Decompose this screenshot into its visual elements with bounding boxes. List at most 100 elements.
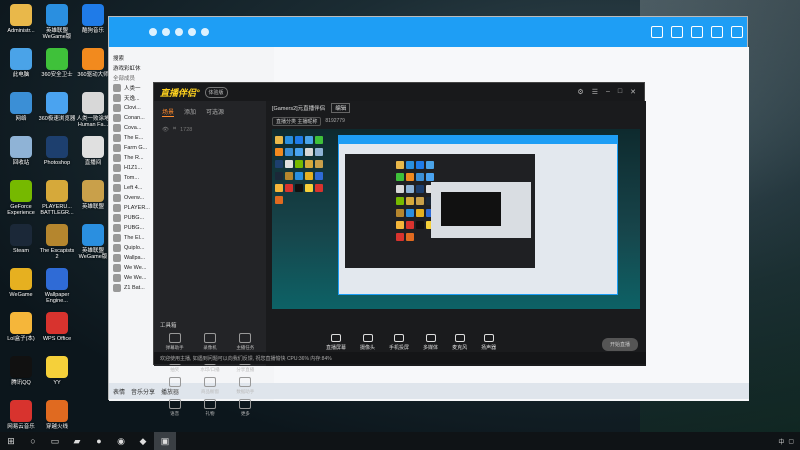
tool-button[interactable]: 礼物: [193, 399, 226, 417]
app-icon: [10, 4, 32, 26]
control-label: 多媒体: [423, 345, 439, 351]
control-icon: [483, 334, 494, 342]
source-control[interactable]: 多媒体: [423, 334, 438, 351]
avatar: [113, 214, 121, 222]
desktop-icon[interactable]: GeForce Experience: [2, 178, 40, 222]
desktop-icon[interactable]: 360极速浏览器: [38, 90, 76, 134]
tool-button[interactable]: 更多: [229, 399, 262, 417]
desktop-icon[interactable]: 360驱动大师: [74, 46, 112, 90]
desktop-icon[interactable]: 360安全卫士: [38, 46, 76, 90]
tool-button[interactable]: 语音: [158, 399, 191, 417]
tab-add[interactable]: 添加: [184, 107, 196, 117]
tool-button[interactable]: 弹幕助手: [158, 333, 191, 351]
desktop-icon[interactable]: 酷狗音乐: [74, 2, 112, 46]
stream-preview[interactable]: [272, 129, 640, 309]
search-input[interactable]: 搜索: [109, 53, 274, 63]
desktop-icon[interactable]: 人类一败涂地 Human Fa...: [74, 90, 112, 134]
phone-icon[interactable]: [162, 28, 170, 36]
desktop-icon[interactable]: Steam: [2, 222, 40, 266]
user-icon[interactable]: [149, 28, 157, 36]
member-name: We We...: [124, 265, 147, 271]
mini-icon: [396, 197, 404, 205]
search-icon[interactable]: [201, 28, 209, 36]
source-control[interactable]: 手机投屏: [389, 334, 409, 351]
source-control[interactable]: 麦克风: [452, 334, 467, 351]
source-control[interactable]: 摄像头: [360, 334, 375, 351]
desktop-icon[interactable]: 网络: [2, 90, 40, 134]
desktop-icon[interactable]: YY: [38, 354, 76, 398]
mini-icon: [315, 136, 323, 144]
desktop-icon[interactable]: The Escapists 2: [38, 222, 76, 266]
card-icon[interactable]: [671, 26, 683, 38]
member-name: The R...: [124, 155, 144, 161]
bottom-item-0[interactable]: 表情: [113, 387, 125, 396]
desktop-icon[interactable]: 英雄联盟 WeGame版: [38, 2, 76, 46]
go-live-button[interactable]: 开始直播: [601, 338, 638, 351]
settings-icon[interactable]: ⚙: [577, 88, 583, 96]
game-icon[interactable]: [691, 26, 703, 38]
tool-label: 主播任务: [236, 345, 255, 350]
app-icon-2[interactable]: ◆: [132, 432, 154, 450]
desktop-icon[interactable]: 英雄联盟 WeGame版: [74, 222, 112, 266]
mini-icon: [305, 160, 313, 168]
menu-icon[interactable]: ☰: [592, 88, 598, 96]
search-icon[interactable]: ○: [22, 432, 44, 450]
source-control[interactable]: 扬声器: [481, 334, 496, 351]
video-icon[interactable]: [175, 28, 183, 36]
stream-category[interactable]: 直播分类 主播昵称: [272, 116, 322, 126]
grid-icon[interactable]: [711, 26, 723, 38]
tab-scenes[interactable]: 场景: [162, 107, 175, 117]
maximize-icon[interactable]: □: [618, 88, 622, 96]
member-name: 天逸...: [124, 96, 140, 102]
folder-icon[interactable]: ▰: [66, 432, 88, 450]
source-row[interactable]: 👁 ⌗ 1728: [154, 123, 266, 136]
bottom-item-1[interactable]: 音乐分享: [131, 387, 155, 396]
desktop-icon[interactable]: Wallpaper Engine...: [38, 266, 76, 310]
desktop-icon[interactable]: WPS Office: [38, 310, 76, 354]
app-icon[interactable]: ◉: [110, 432, 132, 450]
desktop-icon[interactable]: WeGame: [2, 266, 40, 310]
member-name: The E...: [124, 135, 144, 141]
desktop-icon-label: 英雄联盟: [81, 204, 104, 210]
live-streaming-app[interactable]: 直播伴侣° 体验版 ⚙ ☰ – □ ✕ 场景 添加 可选源 👁 ⌗ 1728 工具箱…: [153, 82, 646, 416]
start-button[interactable]: ⊞: [0, 432, 22, 450]
tool-button[interactable]: 数据助手: [229, 377, 262, 395]
edit-button[interactable]: 编辑: [331, 103, 351, 113]
avatar: [113, 104, 121, 112]
nested-preview-inner: [441, 192, 501, 226]
desktop-icon[interactable]: Photoshop: [38, 134, 76, 178]
minimize-icon[interactable]: –: [606, 88, 610, 96]
desktop-icon[interactable]: Administr...: [2, 2, 40, 46]
desktop-icon[interactable]: PLAYERU... BATTLEGR...: [38, 178, 76, 222]
member-name: Cova...: [124, 125, 142, 131]
desktop-icon[interactable]: 英雄联盟: [74, 178, 112, 222]
more-icon[interactable]: [731, 26, 743, 38]
tray-language[interactable]: 中: [778, 437, 784, 446]
tool-button[interactable]: 拍照: [158, 377, 191, 395]
source-control[interactable]: 直播屏幕: [326, 334, 346, 351]
qq-window-controls: [651, 17, 743, 47]
tool-icon: [239, 399, 252, 409]
steam-icon[interactable]: ●: [88, 432, 110, 450]
eye-icon[interactable]: 👁: [162, 127, 169, 133]
desktop-icon[interactable]: 腾讯QQ: [2, 354, 40, 398]
desktop-icon[interactable]: 回收站: [2, 134, 40, 178]
tab-sources[interactable]: 可选源: [206, 107, 224, 117]
task-view-icon[interactable]: ▭: [44, 432, 66, 450]
desktop-icon-label: WPS Office: [42, 336, 72, 342]
tool-icon: [203, 333, 216, 343]
app-icon: [46, 224, 68, 246]
tool-label: 录像机: [203, 345, 217, 350]
mini-icon: [396, 209, 404, 217]
tool-button[interactable]: 录像机: [193, 333, 226, 351]
notification-icon[interactable]: ▢: [788, 438, 794, 445]
close-icon[interactable]: ✕: [630, 88, 636, 96]
desktop-icon[interactable]: 直播间: [74, 134, 112, 178]
tool-button[interactable]: 主播任务: [229, 333, 262, 351]
tool-button[interactable]: 商品橱窗: [193, 377, 226, 395]
desktop-icon[interactable]: Lol盒子(本): [2, 310, 40, 354]
streaming-app-icon[interactable]: ▣: [154, 432, 176, 450]
share-icon[interactable]: [188, 28, 196, 36]
home-icon[interactable]: [651, 26, 663, 38]
desktop-icon[interactable]: 此电脑: [2, 46, 40, 90]
